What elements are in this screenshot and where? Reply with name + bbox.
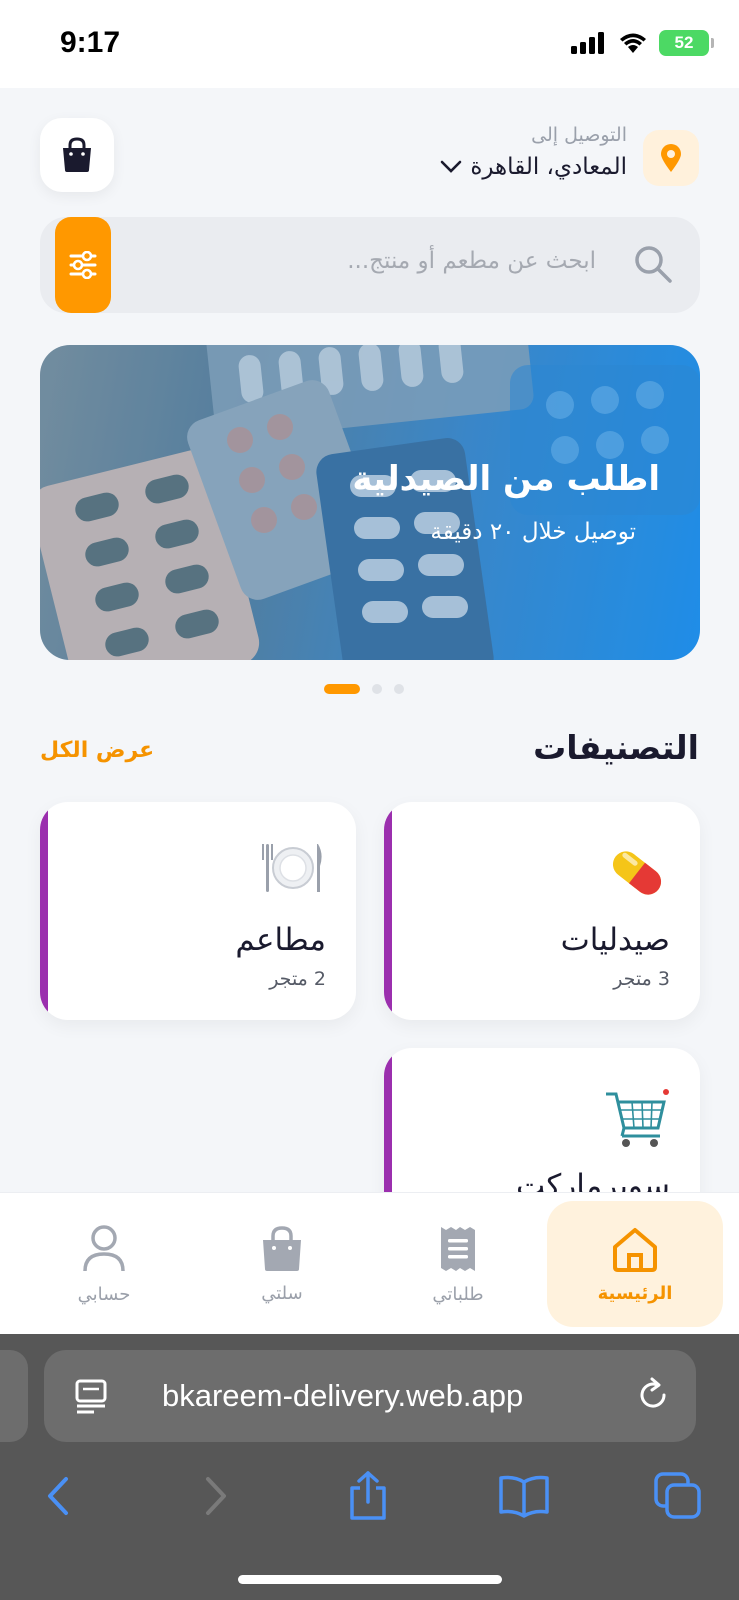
- search-bar: ابحث عن مطعم أو منتج...: [40, 217, 700, 313]
- banner-subtitle: توصيل خلال ٢٠ دقيقة: [430, 519, 636, 545]
- status-bar: 9:17 52: [0, 0, 739, 88]
- browser-nav-toolbar: [0, 1464, 739, 1534]
- banner-title: اطلب من الصيدلية: [352, 459, 660, 499]
- nav-item-home[interactable]: الرئيسية: [547, 1201, 723, 1327]
- share-icon: [350, 1471, 386, 1520]
- bottom-navigation: الرئيسية طلباتي سلتي حسابي: [0, 1192, 739, 1334]
- bag-icon: [63, 137, 91, 172]
- book-icon: [499, 1475, 549, 1518]
- share-button[interactable]: [336, 1464, 400, 1528]
- category-card-restaurants[interactable]: مطاعم 2 متجر: [40, 802, 356, 1020]
- delivery-address[interactable]: المعادي، القاهرة: [440, 154, 627, 180]
- see-all-link[interactable]: عرض الكل: [40, 738, 154, 763]
- pagination-dot[interactable]: [394, 684, 404, 694]
- status-icons: 52: [571, 30, 714, 56]
- cart-button[interactable]: [40, 118, 114, 192]
- signal-icon: [571, 32, 604, 54]
- delivery-location[interactable]: التوصيل إلى المعادي، القاهرة: [440, 124, 627, 180]
- bag-icon: [263, 1225, 301, 1271]
- pharmacy-banner-image: [40, 345, 700, 660]
- nav-label: حسابي: [77, 1283, 131, 1305]
- tabs-icon: [654, 1472, 701, 1519]
- url-text: bkareem-delivery.web.app: [162, 1378, 524, 1413]
- reload-icon[interactable]: [634, 1376, 672, 1414]
- receipt-icon: [441, 1226, 475, 1271]
- forward-button[interactable]: [184, 1464, 248, 1528]
- plate-cutlery-icon: [262, 844, 322, 892]
- chevron-left-icon: [48, 1477, 68, 1515]
- browser-toolbar: bkareem-delivery.web.app: [0, 1334, 739, 1600]
- reader-mode-icon[interactable]: [74, 1378, 110, 1414]
- banner-pagination: [324, 684, 404, 694]
- category-store-count: 2 متجر: [269, 968, 326, 990]
- nav-label: طلباتي: [432, 1283, 484, 1305]
- battery-level: 52: [674, 33, 694, 52]
- category-store-count: 3 متجر: [613, 968, 670, 990]
- shopping-cart-icon: [606, 1089, 669, 1147]
- sliders-icon: [69, 251, 97, 279]
- promo-banner[interactable]: اطلب من الصيدلية توصيل خلال ٢٠ دقيقة: [40, 345, 700, 660]
- pagination-dot-active[interactable]: [324, 684, 360, 694]
- search-input[interactable]: ابحث عن مطعم أو منتج...: [347, 248, 596, 274]
- category-name: صيدليات: [560, 922, 670, 958]
- category-name: مطاعم: [235, 922, 326, 958]
- bookmarks-button[interactable]: [492, 1464, 556, 1528]
- filter-button[interactable]: [55, 217, 111, 313]
- categories-title: التصنيفات: [533, 728, 699, 767]
- nav-label: الرئيسية: [597, 1282, 673, 1304]
- address-bar[interactable]: bkareem-delivery.web.app: [44, 1350, 696, 1442]
- tabs-button[interactable]: [646, 1464, 710, 1528]
- home-icon: [613, 1227, 657, 1272]
- header: التوصيل إلى المعادي، القاهرة: [40, 118, 699, 192]
- home-indicator: [238, 1575, 502, 1584]
- delivery-address-text: المعادي، القاهرة: [470, 154, 627, 180]
- nav-label: سلتي: [261, 1282, 303, 1304]
- location-pin-button[interactable]: [643, 130, 699, 186]
- search-icon: [635, 246, 672, 283]
- nav-item-account[interactable]: حسابي: [16, 1201, 192, 1327]
- pill-icon: [612, 851, 662, 895]
- chevron-right-icon: [206, 1477, 226, 1515]
- category-card-pharmacies[interactable]: صيدليات 3 متجر: [384, 802, 700, 1020]
- nav-item-orders[interactable]: طلباتي: [370, 1201, 546, 1327]
- previous-tab-preview[interactable]: [0, 1350, 28, 1442]
- user-icon: [83, 1224, 125, 1271]
- battery-icon: 52: [659, 30, 714, 56]
- location-pin-icon: [661, 144, 681, 172]
- back-button[interactable]: [26, 1464, 90, 1528]
- status-time: 9:17: [60, 26, 121, 59]
- chevron-down-icon: [441, 160, 462, 173]
- deliver-to-label: التوصيل إلى: [531, 124, 627, 146]
- pagination-dot[interactable]: [372, 684, 382, 694]
- wifi-icon: [620, 33, 646, 53]
- nav-item-cart[interactable]: سلتي: [194, 1201, 370, 1327]
